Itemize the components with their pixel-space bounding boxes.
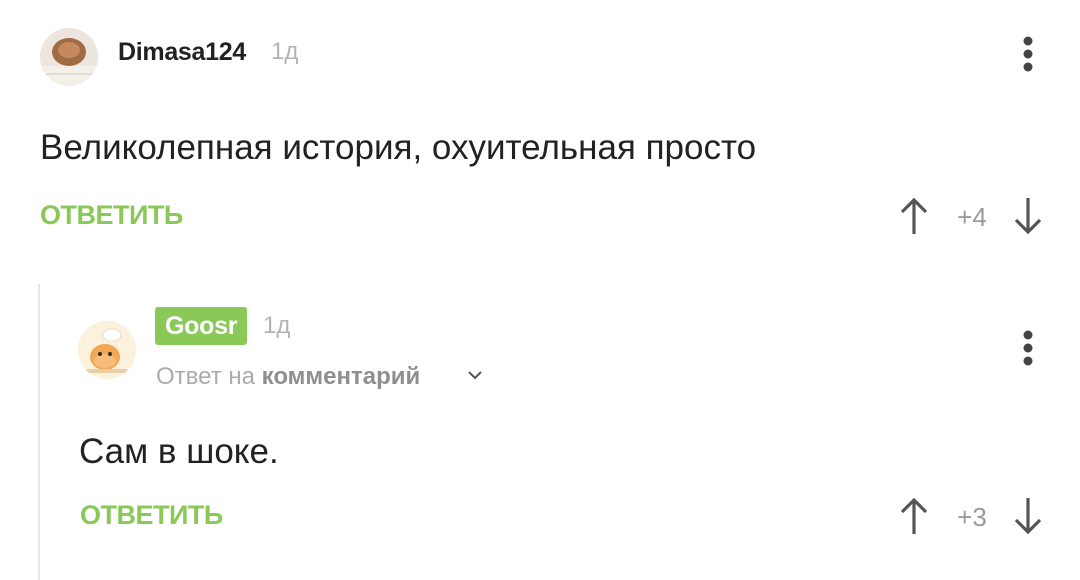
comment-menu-button[interactable] [1013,326,1043,370]
reply-to-comment-link[interactable]: комментарий [262,363,421,390]
upvote-button[interactable] [898,194,930,238]
comment-author-badge[interactable]: Goosr [155,307,248,345]
chevron-down-icon [468,371,482,380]
comment-text: Великолепная история, охуительная просто [40,128,757,167]
comment-score: +3 [957,502,987,532]
chef-character-avatar [78,321,136,379]
downvote-button[interactable] [1012,494,1044,538]
comment-menu-button[interactable] [1013,32,1043,76]
comment-text: Сам в шоке. [79,432,279,471]
arrow-up-icon [900,497,928,534]
avatar[interactable] [78,321,136,379]
more-vertical-icon [1023,330,1033,366]
comment-author[interactable]: Dimasa124 [118,38,246,67]
comment-timestamp: 1д [263,312,291,339]
reply-to-prefix: Ответ на [156,363,255,390]
comment-timestamp: 1д [271,38,299,65]
more-vertical-icon [1023,36,1033,72]
reply-to-line: Ответ на комментарий [156,363,420,391]
thread-line[interactable] [38,284,40,580]
arrow-down-icon [1014,198,1042,235]
arrow-up-icon [900,197,928,234]
downvote-button[interactable] [1012,194,1044,238]
comment-score: +4 [957,202,987,232]
reply-button[interactable]: ОТВЕТИТЬ [40,200,183,231]
expand-parent-button[interactable] [466,366,484,384]
user-photo-avatar [40,28,98,86]
reply-button[interactable]: ОТВЕТИТЬ [80,500,223,531]
avatar[interactable] [40,28,98,86]
upvote-button[interactable] [898,494,930,538]
arrow-down-icon [1014,498,1042,535]
